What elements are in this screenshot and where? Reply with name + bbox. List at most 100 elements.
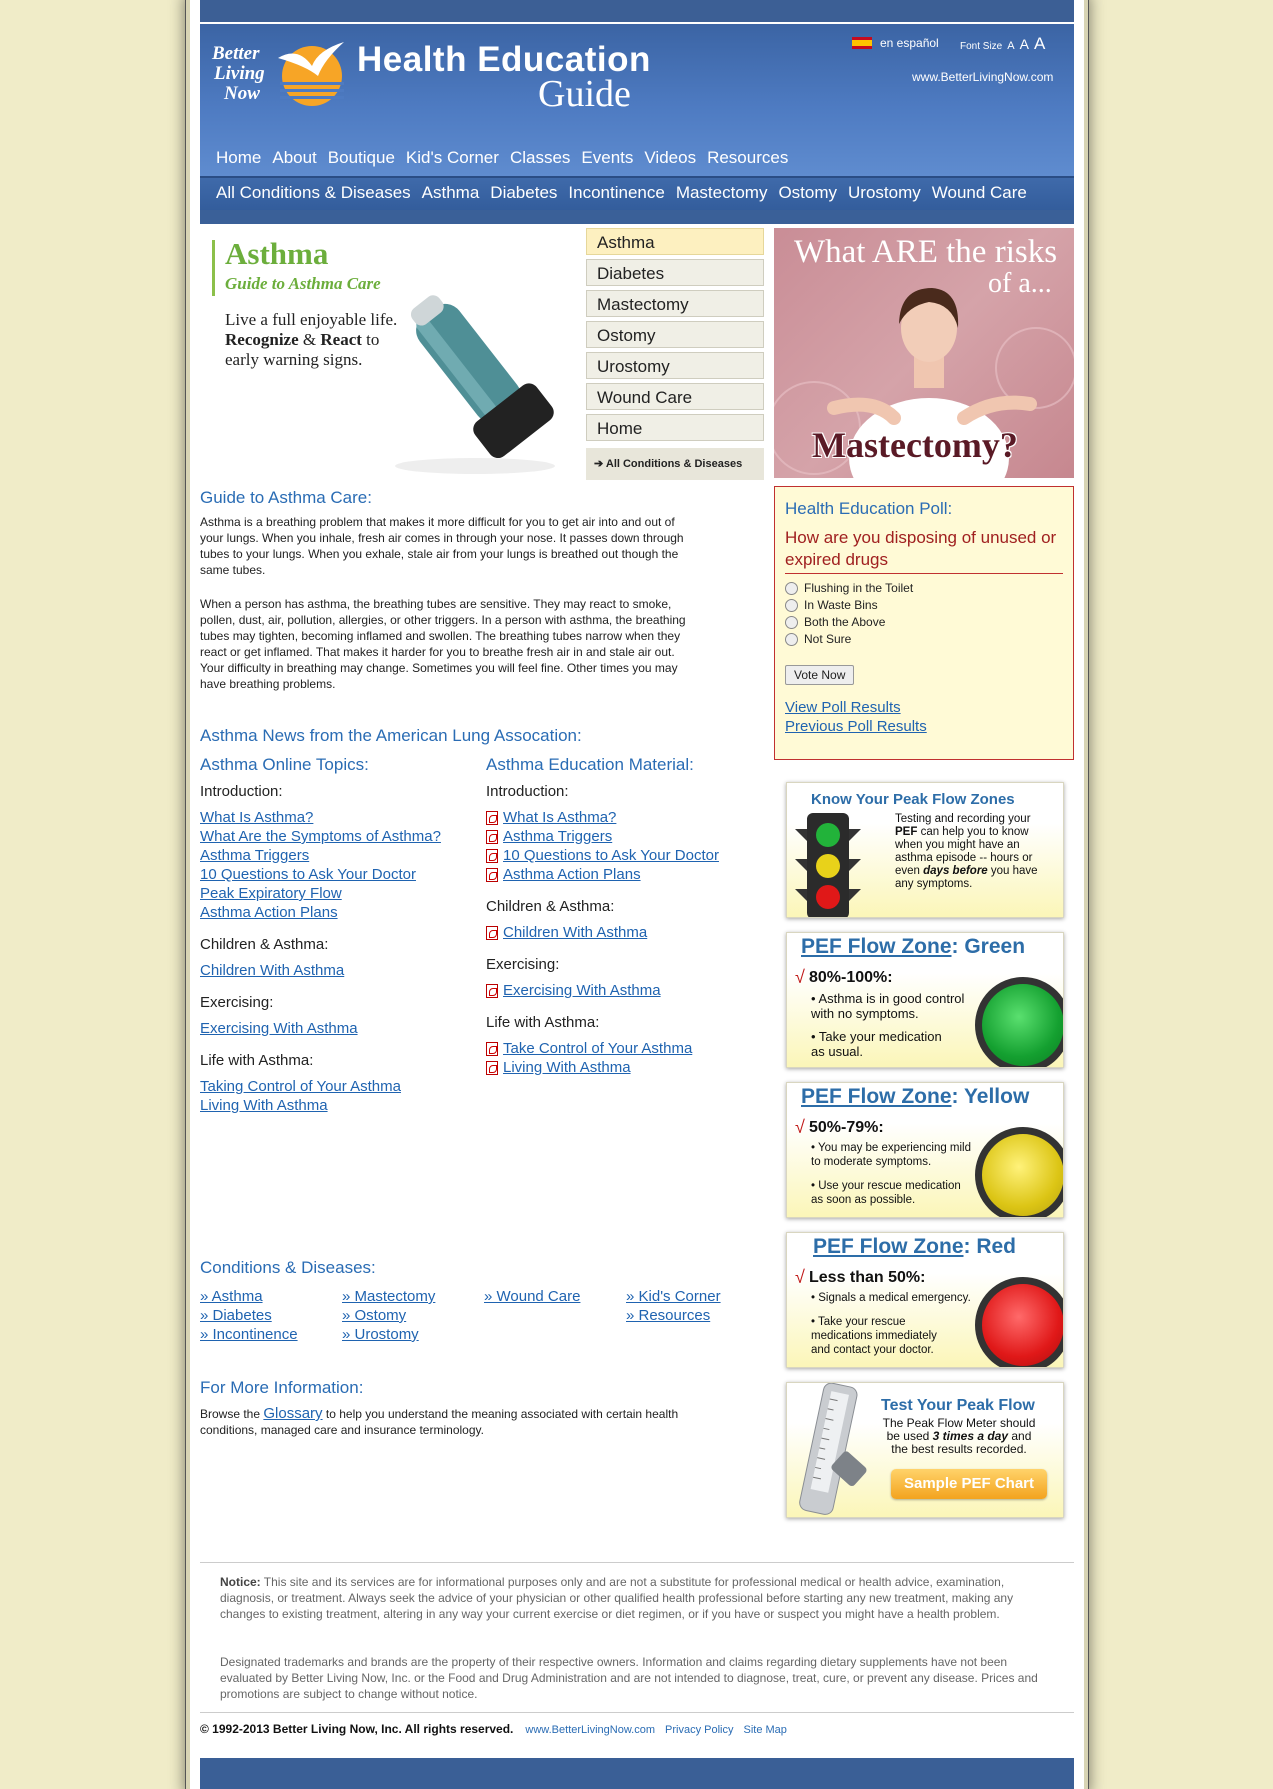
green-light-icon (975, 977, 1063, 1067)
pdf-link[interactable]: Asthma Triggers (503, 827, 612, 846)
peak-flow-zones-card[interactable]: Know Your Peak Flow Zones Testing and re… (786, 782, 1064, 918)
condition-link[interactable]: » Diabetes (200, 1306, 342, 1325)
education-material-column: Asthma Education Material: Introduction:… (486, 755, 766, 1077)
poll-radio[interactable] (785, 598, 798, 612)
poll-option[interactable]: Flushing in the Toilet (785, 581, 913, 595)
font-size-small[interactable]: A (1007, 40, 1014, 52)
pdf-link[interactable]: Living With Asthma (503, 1058, 631, 1077)
yellow-zone-card[interactable]: PEF Flow Zone: Yellow √ 50%-79%: • You m… (786, 1082, 1064, 1218)
pdf-link[interactable]: Take Control of Your Asthma (503, 1039, 692, 1058)
tagline-bold: Recognize (225, 330, 299, 349)
pdf-item: Asthma Triggers (486, 827, 766, 846)
poll-radio[interactable] (785, 632, 798, 646)
pdf-link[interactable]: Exercising With Asthma (503, 981, 661, 1000)
condition-link[interactable]: » Kid's Corner (626, 1287, 768, 1306)
grid-spacer (484, 1306, 626, 1325)
zone-bullet: • Take your medication as usual. (811, 1029, 942, 1059)
side-nav-ostomy[interactable]: Ostomy (586, 321, 764, 348)
previous-poll-results-link[interactable]: Previous Poll Results (785, 718, 927, 735)
nav-videos[interactable]: Videos (644, 148, 696, 168)
side-nav-urostomy[interactable]: Urostomy (586, 352, 764, 379)
topic-link[interactable]: Peak Expiratory Flow (200, 884, 480, 903)
topic-link[interactable]: 10 Questions to Ask Your Doctor (200, 865, 480, 884)
test-peak-flow-card[interactable]: Test Your Peak Flow The Peak Flow Meter … (786, 1382, 1064, 1518)
topic-link[interactable]: What Is Asthma? (200, 808, 480, 827)
tagline-text: & (298, 330, 321, 349)
side-nav-all-conditions[interactable]: ➔ All Conditions & Diseases (586, 448, 764, 480)
topic-link[interactable]: Asthma Triggers (200, 846, 480, 865)
side-nav-asthma[interactable]: Asthma (586, 228, 764, 255)
topic-link[interactable]: Living With Asthma (200, 1096, 480, 1115)
cond-nav-mastectomy[interactable]: Mastectomy (676, 183, 768, 203)
poll-option[interactable]: Not Sure (785, 632, 851, 646)
nav-classes[interactable]: Classes (510, 148, 570, 168)
pdf-link[interactable]: Children With Asthma (503, 923, 647, 942)
footer-notice: Notice: This site and its services are f… (220, 1574, 1050, 1622)
condition-link[interactable]: » Urostomy (342, 1325, 484, 1344)
topic-link[interactable]: Asthma Action Plans (200, 903, 480, 922)
card-title-b: : Yellow (951, 1085, 1030, 1108)
poll-option[interactable]: In Waste Bins (785, 598, 878, 612)
view-poll-results-link[interactable]: View Poll Results (785, 699, 901, 716)
pdf-item: Living With Asthma (486, 1058, 766, 1077)
condition-link[interactable]: » Asthma (200, 1287, 342, 1306)
cond-nav-all[interactable]: All Conditions & Diseases (216, 183, 411, 203)
nav-about[interactable]: About (272, 148, 316, 168)
red-zone-card[interactable]: PEF Flow Zone: Red √ Less than 50%: • Si… (786, 1232, 1064, 1368)
nav-events[interactable]: Events (581, 148, 633, 168)
condition-link[interactable]: » Incontinence (200, 1325, 342, 1344)
tagline-bold: React (320, 330, 362, 349)
cond-nav-ostomy[interactable]: Ostomy (778, 183, 837, 203)
condition-link[interactable]: » Ostomy (342, 1306, 484, 1325)
topic-link[interactable]: Children With Asthma (200, 961, 480, 980)
logo-sun-bird-icon[interactable] (272, 36, 348, 110)
condition-link[interactable]: » Resources (626, 1306, 768, 1325)
footer-site-link[interactable]: www.BetterLivingNow.com (525, 1724, 655, 1736)
pdf-link[interactable]: Asthma Action Plans (503, 865, 641, 884)
card-title: Know Your Peak Flow Zones (811, 791, 1015, 808)
font-size-large[interactable]: A (1034, 34, 1045, 54)
side-nav-wound-care[interactable]: Wound Care (586, 383, 764, 410)
language-switch[interactable]: en español (852, 36, 939, 50)
topic-link[interactable]: What Are the Symptoms of Asthma? (200, 827, 480, 846)
online-topics-heading: Asthma Online Topics: (200, 755, 369, 774)
footer-privacy-link[interactable]: Privacy Policy (665, 1724, 733, 1736)
cond-nav-diabetes[interactable]: Diabetes (490, 183, 557, 203)
nav-resources[interactable]: Resources (707, 148, 788, 168)
footer-sitemap-link[interactable]: Site Map (743, 1724, 786, 1736)
logo-wordmark[interactable]: Better Living Now (212, 44, 274, 104)
poll-option[interactable]: Both the Above (785, 615, 885, 629)
glossary-link[interactable]: Glossary (263, 1405, 322, 1422)
pdf-link[interactable]: 10 Questions to Ask Your Doctor (503, 846, 719, 865)
nav-boutique[interactable]: Boutique (328, 148, 395, 168)
poll-radio[interactable] (785, 615, 798, 629)
topic-link[interactable]: Exercising With Asthma (200, 1019, 480, 1038)
cond-nav-asthma[interactable]: Asthma (422, 183, 480, 203)
nav-home[interactable]: Home (216, 148, 261, 168)
font-size-medium[interactable]: A (1020, 36, 1029, 52)
divider-bar (200, 210, 1074, 224)
side-nav-diabetes[interactable]: Diabetes (586, 259, 764, 286)
checkmark-icon: √ (795, 1267, 805, 1287)
card-title: PEF Flow Zone: Yellow (801, 1085, 1029, 1109)
text-part: Testing and recording your (895, 813, 1031, 825)
side-nav-home[interactable]: Home (586, 414, 764, 441)
cond-nav-incontinence[interactable]: Incontinence (568, 183, 664, 203)
topic-link[interactable]: Taking Control of Your Asthma (200, 1077, 480, 1096)
sample-pef-chart-button[interactable]: Sample PEF Chart (891, 1469, 1047, 1499)
nav-kids-corner[interactable]: Kid's Corner (406, 148, 499, 168)
more-info-text: Browse the Glossary to help you understa… (200, 1406, 720, 1438)
vote-now-button[interactable]: Vote Now (785, 665, 855, 685)
side-nav-mastectomy[interactable]: Mastectomy (586, 290, 764, 317)
poll-radio[interactable] (785, 581, 798, 595)
mastectomy-ad-banner[interactable]: What ARE the risks of a... Mastectomy? (774, 228, 1074, 478)
condition-link[interactable]: » Wound Care (484, 1287, 626, 1306)
cond-nav-urostomy[interactable]: Urostomy (848, 183, 921, 203)
card-title-a: PEF Flow Zone (813, 1235, 964, 1258)
green-zone-card[interactable]: PEF Flow Zone: Green √ 80%-100%: • Asthm… (786, 932, 1064, 1068)
header-site-url[interactable]: www.BetterLivingNow.com (912, 70, 1053, 84)
condition-link[interactable]: » Mastectomy (342, 1287, 484, 1306)
guide-heading: Guide to Asthma Care: (200, 488, 372, 507)
cond-nav-wound-care[interactable]: Wound Care (932, 183, 1027, 203)
pdf-link[interactable]: What Is Asthma? (503, 808, 616, 827)
